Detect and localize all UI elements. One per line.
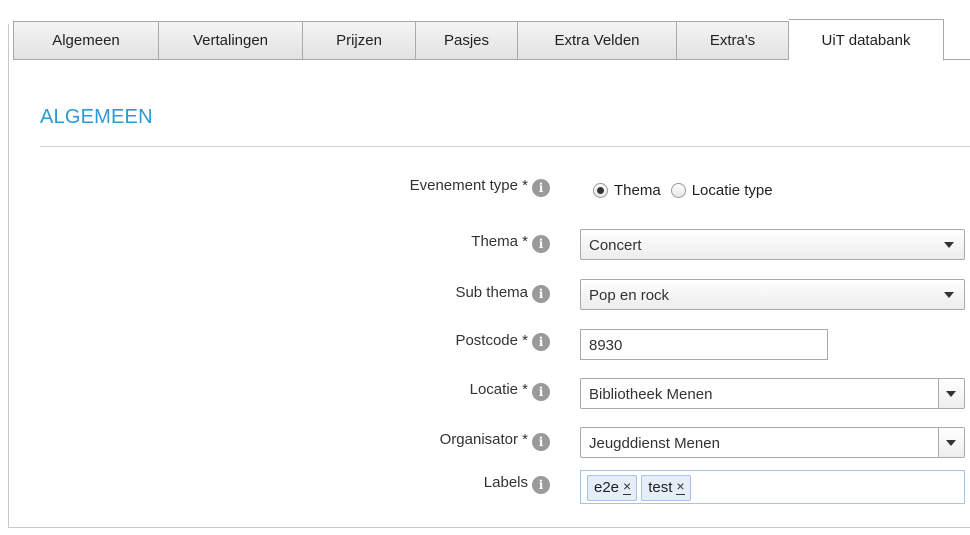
sub-thema-select[interactable]: Pop en rock (580, 279, 965, 310)
tag-text: test (648, 479, 673, 496)
postcode-input[interactable]: 8930 (580, 329, 828, 360)
tab-extra-velden[interactable]: Extra Velden (518, 21, 677, 60)
tab-bar: Algemeen Vertalingen Prijzen Pasjes Extr… (13, 19, 944, 61)
tab-uit-databank[interactable]: UiT databank (789, 19, 944, 61)
evenement-type-radio-group: Thema Locatie type (593, 182, 773, 199)
tag-text: e2e (594, 479, 620, 496)
radio-thema[interactable] (593, 183, 608, 198)
info-icon[interactable]: i (532, 285, 550, 303)
chevron-down-icon (944, 292, 954, 298)
organisator-select-value: Jeugddienst Menen (589, 435, 720, 452)
labels-label: Labels (483, 474, 528, 491)
info-icon[interactable]: i (532, 179, 550, 197)
labels-tag-input[interactable]: e2e × test × (580, 470, 965, 504)
tab-prijzen[interactable]: Prijzen (303, 21, 416, 60)
tag-chip: e2e × (587, 475, 638, 501)
tab-vertalingen[interactable]: Vertalingen (159, 21, 303, 60)
tag-remove-icon[interactable]: × (623, 479, 632, 495)
thema-select[interactable]: Concert (580, 229, 965, 260)
info-icon[interactable]: i (532, 476, 550, 494)
chevron-down-icon (946, 440, 956, 446)
organisator-select[interactable]: Jeugddienst Menen (580, 427, 965, 458)
evenement-type-label: Evenement type * (409, 177, 528, 194)
organisator-label: Organisator * (439, 431, 528, 448)
info-icon[interactable]: i (532, 433, 550, 451)
organisator-dropdown-button[interactable] (938, 428, 964, 457)
tag-chip: test × (641, 475, 691, 501)
chevron-down-icon (944, 242, 954, 248)
section-title: ALGEMEEN (40, 106, 153, 128)
tab-algemeen[interactable]: Algemeen (13, 21, 159, 60)
tab-extras[interactable]: Extra's (677, 21, 789, 60)
locatie-select-value: Bibliotheek Menen (589, 386, 713, 403)
info-icon[interactable]: i (532, 235, 550, 253)
locatie-dropdown-button[interactable] (938, 379, 964, 408)
thema-select-value: Concert (589, 237, 642, 254)
sub-thema-label: Sub thema (455, 284, 528, 301)
tag-remove-icon[interactable]: × (676, 479, 685, 495)
info-icon[interactable]: i (532, 383, 550, 401)
sub-thema-select-value: Pop en rock (589, 287, 670, 304)
chevron-down-icon (946, 391, 956, 397)
thema-label: Thema * (471, 233, 528, 250)
radio-thema-label[interactable]: Thema (614, 182, 661, 199)
radio-selected-dot (597, 187, 604, 194)
tab-pasjes[interactable]: Pasjes (416, 21, 518, 60)
postcode-label: Postcode * (455, 332, 528, 349)
locatie-select[interactable]: Bibliotheek Menen (580, 378, 965, 409)
info-icon[interactable]: i (532, 333, 550, 351)
locatie-label: Locatie * (469, 381, 528, 398)
radio-locatie-type-label[interactable]: Locatie type (692, 182, 773, 199)
section-divider (40, 146, 970, 147)
radio-locatie-type[interactable] (670, 183, 686, 198)
